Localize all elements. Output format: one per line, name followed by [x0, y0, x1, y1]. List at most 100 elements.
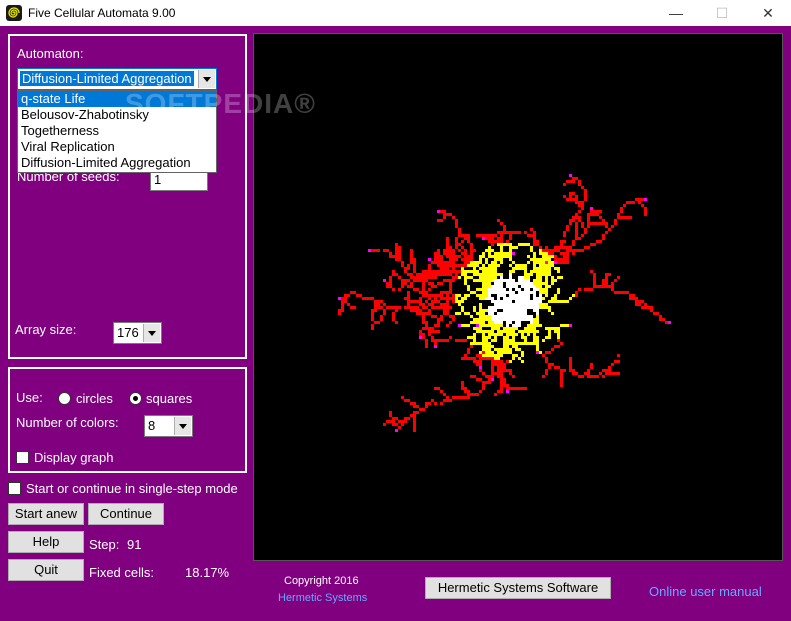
cluster-cell: [425, 342, 428, 345]
array-size-select[interactable]: 176: [113, 322, 162, 344]
cluster-cell: [572, 249, 575, 252]
cluster-cell: [518, 294, 521, 297]
cluster-cell: [530, 318, 533, 321]
maximize-button[interactable]: ☐: [699, 0, 745, 26]
cluster-cell: [413, 426, 416, 429]
cluster-cell: [506, 336, 509, 339]
online-manual-link[interactable]: Online user manual: [649, 584, 762, 599]
cluster-cell: [488, 354, 491, 357]
cluster-cell: [494, 288, 497, 291]
cluster-cell: [485, 285, 488, 288]
minimize-button[interactable]: —: [653, 0, 699, 26]
start-anew-button[interactable]: Start anew: [8, 503, 84, 525]
cluster-cell: [407, 285, 410, 288]
quit-button[interactable]: Quit: [8, 559, 84, 581]
colors-select[interactable]: 8: [144, 415, 193, 437]
cluster-cell: [536, 303, 539, 306]
option-viral-replication[interactable]: Viral Replication: [18, 139, 216, 155]
cluster-cell: [464, 261, 467, 264]
cluster-cell: [581, 204, 584, 207]
cluster-cell: [446, 303, 449, 306]
cluster-cell: [497, 294, 500, 297]
continue-button[interactable]: Continue: [88, 503, 164, 525]
cluster-cell: [614, 219, 617, 222]
cluster-cell: [377, 321, 380, 324]
cluster-cell: [488, 351, 491, 354]
cluster-cell: [446, 249, 449, 252]
chevron-down-icon[interactable]: [198, 70, 215, 88]
circles-radio[interactable]: [58, 392, 71, 405]
cluster-cell: [464, 339, 467, 342]
cluster-cell: [566, 249, 569, 252]
display-graph-checkbox[interactable]: [16, 451, 29, 464]
cluster-cell: [524, 297, 527, 300]
cluster-cell: [512, 261, 515, 264]
single-step-checkbox[interactable]: [8, 482, 21, 495]
cluster-cell: [494, 270, 497, 273]
cluster-cell: [653, 312, 656, 315]
cluster-cell: [518, 321, 521, 324]
cluster-cell: [506, 291, 509, 294]
cluster-cell: [491, 351, 494, 354]
cluster-cell: [482, 357, 485, 360]
option-diffusion-limited-aggregation[interactable]: Diffusion-Limited Aggregation: [18, 155, 216, 171]
cluster-cell: [497, 366, 500, 369]
cluster-cell: [443, 291, 446, 294]
cluster-cell: [590, 210, 593, 213]
cluster-cell: [470, 345, 473, 348]
automaton-canvas[interactable]: [253, 33, 783, 561]
cluster-cell: [452, 267, 455, 270]
chevron-down-icon[interactable]: [174, 417, 191, 435]
cluster-cell: [449, 255, 452, 258]
cluster-cell: [515, 333, 518, 336]
cluster-cell: [491, 264, 494, 267]
cluster-cell: [404, 306, 407, 309]
automaton-select[interactable]: Diffusion-Limited Aggregation: [17, 68, 217, 90]
cluster-cell: [440, 270, 443, 273]
cluster-cell: [464, 390, 467, 393]
cluster-cell: [395, 429, 398, 432]
cluster-cell: [416, 273, 419, 276]
cluster-cell: [398, 276, 401, 279]
cluster-cell: [485, 297, 488, 300]
cluster-cell: [575, 234, 578, 237]
cluster-cell: [452, 318, 455, 321]
cluster-cell: [608, 285, 611, 288]
cluster-cell: [524, 291, 527, 294]
cluster-cell: [623, 204, 626, 207]
cluster-cell: [440, 390, 443, 393]
cluster-cell: [461, 273, 464, 276]
company-link[interactable]: Hermetic Systems: [278, 592, 367, 604]
cluster-cell: [449, 336, 452, 339]
chevron-down-icon[interactable]: [143, 324, 160, 342]
squares-radio[interactable]: [129, 392, 142, 405]
cluster-cell: [455, 270, 458, 273]
cluster-cell: [482, 381, 485, 384]
cluster-cell: [599, 285, 602, 288]
cluster-cell: [446, 279, 449, 282]
cluster-cell: [512, 312, 515, 315]
cluster-cell: [446, 273, 449, 276]
help-button[interactable]: Help: [8, 531, 84, 553]
cluster-cell: [392, 255, 395, 258]
cluster-cell: [500, 243, 503, 246]
cluster-cell: [524, 273, 527, 276]
cluster-cell: [599, 240, 602, 243]
cluster-cell: [434, 252, 437, 255]
hermetic-software-button[interactable]: Hermetic Systems Software: [425, 577, 611, 599]
close-button[interactable]: ✕: [745, 0, 791, 26]
cluster-cell: [446, 399, 449, 402]
cluster-cell: [389, 420, 392, 423]
cluster-cell: [503, 336, 506, 339]
cluster-cell: [461, 300, 464, 303]
cluster-cell: [512, 297, 515, 300]
cluster-cell: [539, 291, 542, 294]
cluster-cell: [425, 270, 428, 273]
cluster-cell: [551, 297, 554, 300]
cluster-cell: [494, 363, 497, 366]
cluster-cell: [494, 267, 497, 270]
cluster-cell: [437, 210, 440, 213]
cluster-cell: [434, 276, 437, 279]
cluster-cell: [533, 309, 536, 312]
option-togetherness[interactable]: Togetherness: [18, 123, 216, 139]
